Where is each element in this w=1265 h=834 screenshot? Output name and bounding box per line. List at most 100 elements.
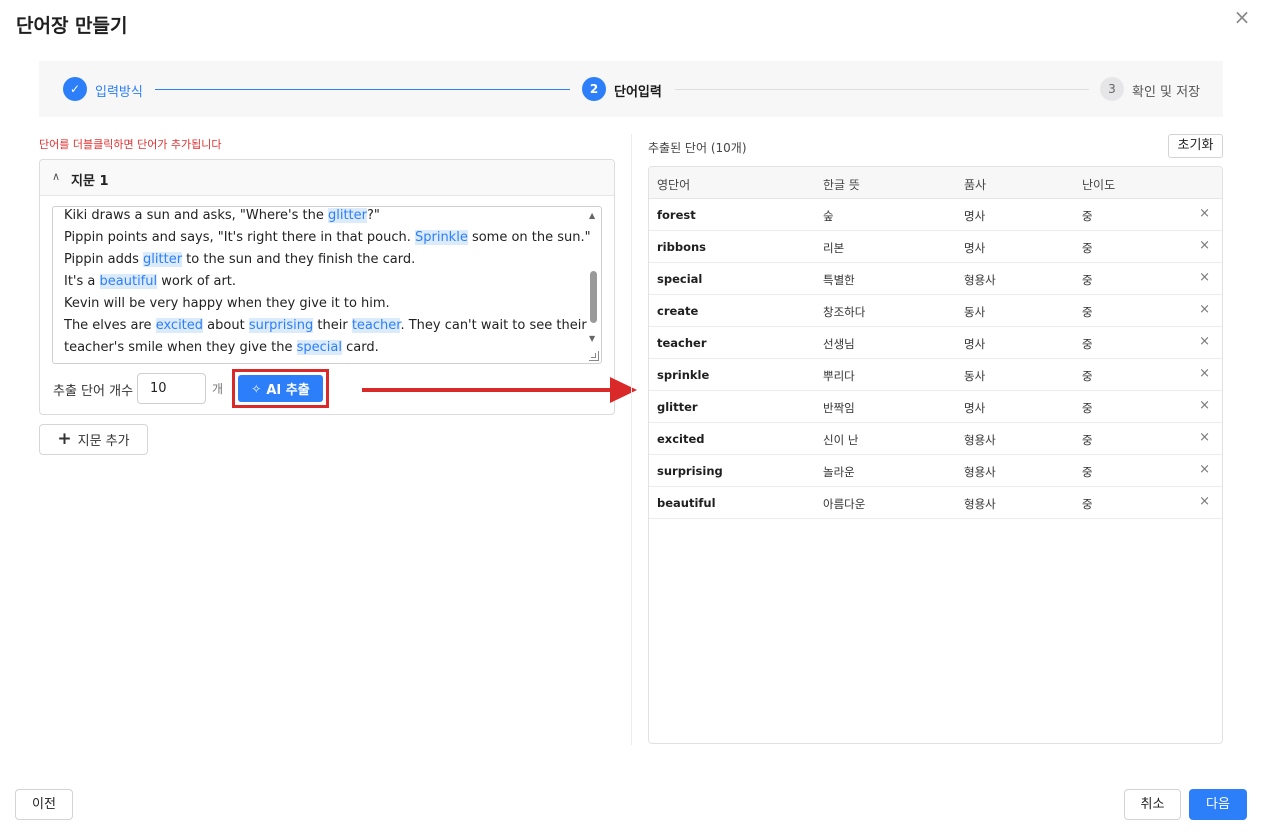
word-part-of-speech: 명사 [964, 241, 986, 255]
step-connector [675, 89, 1089, 90]
resize-handle-icon[interactable] [589, 351, 599, 361]
table-header: 영단어 한글 뜻 품사 난이도 [649, 167, 1222, 199]
highlighted-word[interactable]: teacher [351, 318, 401, 333]
close-icon[interactable]: × [1233, 7, 1251, 27]
word-korean: 특별한 [823, 273, 855, 287]
highlighted-word[interactable]: glitter [327, 208, 367, 223]
word-table: 영단어 한글 뜻 품사 난이도 forest 숲 명사 중 × ribbons 리본 명사 중 ×… [648, 166, 1223, 744]
dialog-title: 단어장 만들기 [16, 15, 128, 37]
word-korean: 반짝임 [823, 401, 855, 415]
passage-line: Pippin points and says, "It's right ther… [64, 227, 591, 249]
table-row: teacher 선생님 명사 중 × [649, 327, 1222, 359]
prev-button[interactable]: 이전 [15, 789, 73, 820]
word-difficulty: 중 [1082, 433, 1093, 447]
word-difficulty: 중 [1082, 497, 1093, 511]
scroll-thumb[interactable] [590, 271, 597, 323]
delete-row-icon[interactable]: × [1199, 430, 1210, 445]
delete-row-icon[interactable]: × [1199, 494, 1210, 509]
highlighted-word[interactable]: special [296, 340, 342, 355]
word-difficulty: 중 [1082, 209, 1093, 223]
word-korean: 숲 [823, 209, 834, 223]
scroll-down-icon[interactable]: ▼ [589, 334, 595, 343]
highlighted-word[interactable]: surprising [248, 318, 314, 333]
table-row: special 특별한 형용사 중 × [649, 263, 1222, 295]
word-part-of-speech: 형용사 [964, 465, 996, 479]
passage-text-segment: It's a [64, 274, 100, 289]
passage-text-segment: Pippin points and says, "It's right ther… [64, 230, 415, 245]
word-part-of-speech: 명사 [964, 209, 986, 223]
word-english: teacher [657, 336, 707, 350]
passage-text-segment: to the sun and they finish the card. [182, 252, 416, 267]
word-english: beautiful [657, 496, 716, 510]
passage-textarea[interactable]: Kiki draws a sun and asks, "Where's the … [52, 206, 602, 364]
passage-text[interactable]: Kiki draws a sun and asks, "Where's the … [64, 207, 591, 359]
passage-text-segment: Kiki draws a sun and asks, "Where's the [64, 208, 328, 223]
passage-text-segment: The elves are [64, 318, 156, 333]
passage-line: It's a beautiful work of art. [64, 271, 584, 293]
panel-divider [631, 134, 632, 745]
table-row: glitter 반짝임 명사 중 × [649, 391, 1222, 423]
passage-text-segment: . They can't wait to see their [400, 318, 587, 333]
passage-text-segment: about [203, 318, 249, 333]
ai-extract-button[interactable]: ✧ AI 추출 [238, 375, 323, 402]
column-header-difficulty: 난이도 [1082, 178, 1116, 192]
word-part-of-speech: 형용사 [964, 273, 996, 287]
highlighted-word[interactable]: Sprinkle [414, 230, 468, 245]
table-row: create 창조하다 동사 중 × [649, 295, 1222, 327]
word-english: special [657, 272, 703, 286]
word-english: surprising [657, 464, 723, 478]
plus-icon: + [57, 429, 72, 449]
sparkle-icon: ✧ [251, 381, 262, 396]
highlighted-word[interactable]: beautiful [99, 274, 158, 289]
delete-row-icon[interactable]: × [1199, 302, 1210, 317]
step-number-2: 2 [582, 77, 606, 101]
word-part-of-speech: 동사 [964, 305, 986, 319]
word-difficulty: 중 [1082, 305, 1093, 319]
word-english: glitter [657, 400, 698, 414]
passage-line: The elves are excited about surprising t… [64, 315, 587, 337]
passage-line: Pippin adds glitter to the sun and they … [64, 249, 584, 271]
word-korean: 아름다운 [823, 497, 866, 511]
next-button[interactable]: 다음 [1189, 789, 1247, 820]
annotation-arrow-shaft [362, 388, 612, 392]
word-difficulty: 중 [1082, 465, 1093, 479]
reset-button[interactable]: 초기화 [1168, 134, 1223, 158]
word-english: create [657, 304, 699, 318]
extract-count-input[interactable]: 10 [137, 373, 206, 404]
passage-text-segment: card. [342, 340, 379, 355]
delete-row-icon[interactable]: × [1199, 462, 1210, 477]
highlighted-word[interactable]: excited [155, 318, 204, 333]
highlighted-word[interactable]: glitter [143, 252, 183, 267]
passage-header[interactable]: ∧ 지문 1 [40, 160, 614, 196]
word-english: sprinkle [657, 368, 710, 382]
word-korean: 리본 [823, 241, 845, 255]
delete-row-icon[interactable]: × [1199, 398, 1210, 413]
double-click-hint: 단어를 더블클릭하면 단어가 추가됩니다 [39, 138, 222, 151]
ai-button-annotation-box: ✧ AI 추출 [232, 369, 329, 408]
cancel-button[interactable]: 취소 [1124, 789, 1181, 820]
chevron-up-icon[interactable]: ∧ [52, 170, 60, 183]
table-row: sprinkle 뿌리다 동사 중 × [649, 359, 1222, 391]
step-number-3: 3 [1100, 77, 1124, 101]
passage-card: ∧ 지문 1 Kiki draws a sun and asks, "Where… [39, 159, 615, 415]
add-passage-button[interactable]: + 지문 추가 [39, 424, 148, 455]
delete-row-icon[interactable]: × [1199, 238, 1210, 253]
delete-row-icon[interactable]: × [1199, 366, 1210, 381]
extract-count-label: 추출 단어 개수 [53, 384, 134, 399]
delete-row-icon[interactable]: × [1199, 206, 1210, 221]
word-part-of-speech: 형용사 [964, 433, 996, 447]
check-icon: ✓ [63, 77, 87, 101]
delete-row-icon[interactable]: × [1199, 270, 1210, 285]
step-label-input-method[interactable]: 입력방식 [95, 81, 143, 100]
delete-row-icon[interactable]: × [1199, 334, 1210, 349]
extract-count-unit: 개 [212, 382, 224, 396]
word-english: forest [657, 208, 696, 222]
passage-line: Kevin will be very happy when they give … [64, 293, 584, 315]
passage-text-segment: work of art. [157, 274, 237, 289]
passage-text-segment: some on the sun." [467, 230, 591, 245]
step-label-confirm-save: 확인 및 저장 [1132, 85, 1201, 100]
word-korean: 놀라운 [823, 465, 855, 479]
stepper: ✓ 입력방식 2 단어입력 3 확인 및 저장 [39, 61, 1223, 117]
textarea-scrollbar[interactable]: ▲ ▼ [587, 209, 599, 345]
scroll-up-icon[interactable]: ▲ [589, 211, 595, 220]
